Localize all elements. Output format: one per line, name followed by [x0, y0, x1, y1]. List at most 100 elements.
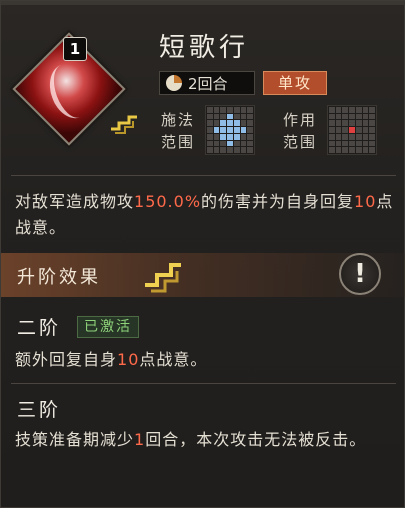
range-cell — [355, 120, 362, 127]
range-cell — [355, 133, 362, 140]
upgrade-title: 升阶效果 — [17, 267, 101, 288]
range-cell — [329, 120, 335, 127]
range-cell — [349, 133, 355, 140]
cast-range-label-2: 范围 — [161, 133, 196, 151]
range-cell — [227, 147, 233, 153]
rune-icon — [145, 263, 181, 293]
range-cell — [233, 140, 240, 147]
range-cell — [207, 147, 213, 153]
range-cell — [369, 113, 375, 120]
tier-3-description: 技策准备期减少1回合，本次攻击无法被反击。 — [15, 427, 393, 453]
range-cell — [335, 140, 342, 147]
info-icon[interactable]: ! — [339, 253, 381, 295]
range-cell — [335, 120, 342, 127]
range-cell — [342, 113, 349, 120]
range-cell — [227, 113, 233, 120]
range-cell — [329, 113, 335, 120]
range-cell — [342, 107, 349, 113]
range-cell — [349, 127, 355, 133]
effect-range-grid — [327, 105, 377, 155]
range-cell — [240, 113, 247, 120]
range-cell — [233, 133, 240, 140]
range-cell — [355, 107, 362, 113]
range-cell — [220, 147, 227, 153]
range-cell — [362, 127, 369, 133]
effect-range-label-2: 范围 — [283, 133, 318, 151]
range-cell — [220, 113, 227, 120]
range-cell — [369, 147, 375, 153]
range-cell — [233, 107, 240, 113]
range-cell — [240, 120, 247, 127]
range-cell — [362, 107, 369, 113]
desc-text: 点战意。 — [139, 350, 208, 369]
range-cell — [362, 147, 369, 153]
range-cell — [355, 127, 362, 133]
range-cell — [355, 140, 362, 147]
skill-name: 短歌行 — [159, 33, 250, 63]
range-cell — [335, 107, 342, 113]
tier-2-value: 10 — [117, 350, 140, 369]
range-cell — [227, 140, 233, 147]
range-cell — [220, 107, 227, 113]
range-cell — [369, 140, 375, 147]
range-cell — [240, 127, 247, 133]
skill-level-badge: 1 — [63, 37, 87, 61]
range-cell — [329, 140, 335, 147]
range-cell — [240, 147, 247, 153]
desc-text: 技策准备期减少 — [15, 430, 135, 449]
range-cell — [213, 107, 220, 113]
range-cell — [335, 127, 342, 133]
skill-icon-wrap[interactable]: 1 — [12, 32, 137, 149]
skill-card: 1 短歌行 2回合 单攻 施法 范围 作用 范围 对敌军造成物攻150.0%的伤… — [0, 0, 405, 508]
range-cell — [369, 120, 375, 127]
range-cell — [335, 147, 342, 153]
range-cell — [220, 127, 227, 133]
range-cell — [207, 113, 213, 120]
range-cell — [329, 107, 335, 113]
attack-type-badge: 单攻 — [263, 71, 327, 95]
tier-2-title: 二阶 — [17, 317, 62, 339]
desc-text: 的伤害并为自身回复 — [201, 192, 355, 211]
tier-3-value: 1 — [134, 430, 146, 449]
range-cell — [349, 140, 355, 147]
cast-range-grid — [205, 105, 255, 155]
rune-icon — [111, 115, 137, 134]
range-cell — [227, 127, 233, 133]
range-cell — [349, 113, 355, 120]
range-cell — [240, 140, 247, 147]
range-cell — [349, 147, 355, 153]
range-cell — [207, 140, 213, 147]
range-cell — [233, 127, 240, 133]
range-cell — [329, 147, 335, 153]
range-cell — [240, 107, 247, 113]
range-cell — [362, 133, 369, 140]
top-edge — [1, 1, 405, 5]
range-cell — [247, 147, 253, 153]
range-cell — [342, 133, 349, 140]
range-cell — [247, 107, 253, 113]
range-cell — [342, 127, 349, 133]
range-cell — [335, 133, 342, 140]
range-cell — [233, 147, 240, 153]
range-cell — [227, 133, 233, 140]
range-cell — [349, 120, 355, 127]
cast-range-label-1: 施法 — [161, 111, 196, 129]
desc-text: 额外回复自身 — [15, 350, 118, 369]
skill-description: 对敌军造成物攻150.0%的伤害并为自身回复10点战意。 — [15, 189, 395, 241]
range-cell — [362, 113, 369, 120]
range-cell — [233, 120, 240, 127]
range-cell — [213, 133, 220, 140]
range-cell — [342, 140, 349, 147]
range-cell — [342, 120, 349, 127]
range-cell — [207, 120, 213, 127]
range-cell — [329, 127, 335, 133]
range-cell — [233, 113, 240, 120]
range-cell — [220, 140, 227, 147]
range-cell — [207, 107, 213, 113]
range-cell — [213, 140, 220, 147]
tier-2-description: 额外回复自身10点战意。 — [15, 347, 395, 373]
range-cell — [247, 113, 253, 120]
range-cell — [369, 133, 375, 140]
range-cell — [247, 127, 253, 133]
desc-text: 对敌军造成物攻 — [15, 192, 135, 211]
